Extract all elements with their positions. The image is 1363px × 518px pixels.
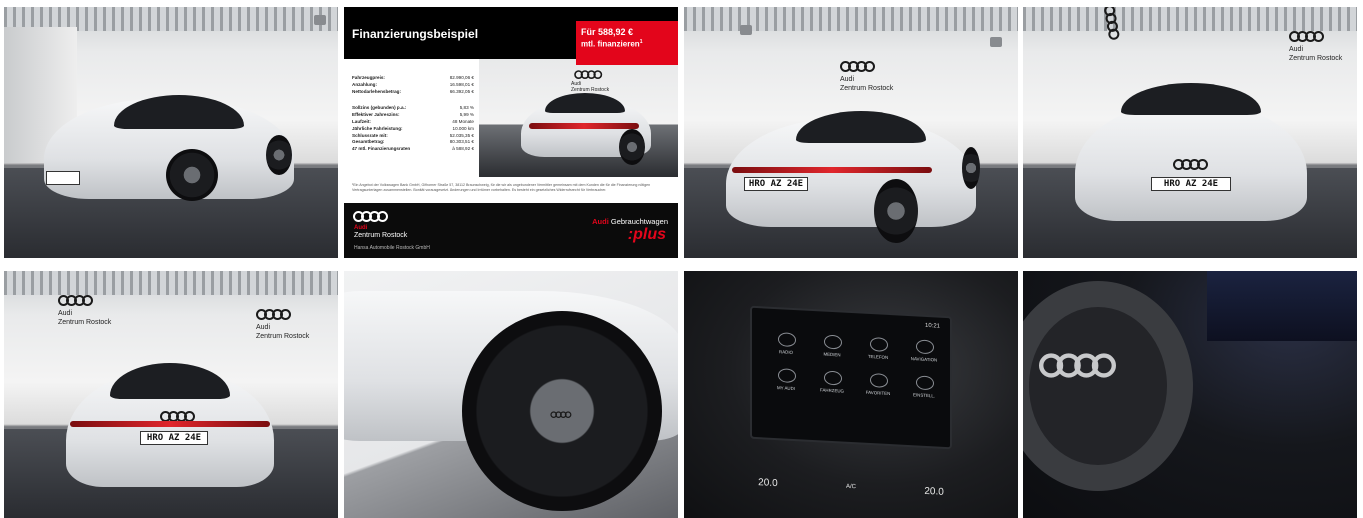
- photo-steering-wheel[interactable]: [1023, 271, 1357, 518]
- phone-icon: TELEFON: [858, 333, 898, 363]
- financing-car-photo: Audi Zentrum Rostock: [479, 59, 678, 177]
- financing-title: Finanzierungsbeispiel: [352, 27, 479, 41]
- brand-name: Audi: [1289, 46, 1304, 53]
- license-plate: HRO AZ 24E: [1151, 177, 1231, 191]
- monthly-rate-note: mtl. finanzieren: [581, 39, 640, 49]
- footer-brand: Audi: [354, 225, 368, 231]
- audi-logo-icon: [353, 209, 388, 225]
- radio-icon: RADIO: [766, 329, 806, 359]
- dealer-name: Zentrum Rostock: [571, 87, 610, 93]
- infotainment-menu: RADIO MEDIEN TELEFON NAVIGATION MY AUDI …: [766, 329, 944, 402]
- car-wheel: [619, 129, 645, 165]
- audi-logo-icon: [840, 59, 875, 75]
- audi-logo-icon: [574, 69, 603, 82]
- dealer-plate: [46, 171, 80, 185]
- audi-logo-icon: [1039, 349, 1116, 384]
- footer-company: Hansa Automobile Rostock GmbH: [354, 245, 430, 251]
- financing-row: Effektiver Jahreszins: 5,99 %: [352, 112, 474, 118]
- financing-row: Gesamtbetrag: 80.303,51 €: [352, 139, 474, 145]
- showroom-ceiling: [1023, 7, 1357, 31]
- car-rear-window: [796, 111, 926, 143]
- monthly-rate-badge: Für 588,92 € mtl. finanzieren1: [576, 21, 678, 65]
- instrument-cluster: [1207, 271, 1357, 341]
- financing-row: Fahrzeugpreis: 82.990,06 €: [352, 75, 474, 80]
- plus-logo: :plus: [627, 226, 666, 243]
- audi-logo-icon: [550, 410, 572, 420]
- audi-logo-icon: [1289, 29, 1324, 45]
- financing-table: Fahrzeugpreis: 82.990,06 € Anzahlung: 16.5…: [352, 75, 474, 153]
- dealer-footer: Audi Zentrum Rostock Hansa Automobile Ro…: [344, 203, 678, 258]
- user-icon: MY AUDI: [766, 365, 806, 395]
- financing-row: Nettodarlehensbetrag: 66.392,05 €: [352, 88, 474, 94]
- photo-infotainment[interactable]: 10:21 RADIO MEDIEN TELEFON NAVIGATION MY…: [684, 271, 1018, 518]
- photo-front-three-quarter[interactable]: [4, 7, 338, 258]
- brand-name: Audi: [58, 310, 73, 317]
- car-rear-window: [110, 363, 230, 399]
- brand-name: Audi: [840, 76, 855, 83]
- ac-label: A/C: [845, 483, 856, 491]
- financing-example-card[interactable]: Finanzierungsbeispiel Audi Zentrum Rosto…: [344, 7, 678, 258]
- spotlight-icon: [314, 15, 326, 25]
- photo-front[interactable]: Audi Zentrum Rostock HRO AZ 24E: [1023, 7, 1357, 258]
- star-icon: FAVORITEN: [858, 369, 898, 399]
- car-windshield: [1121, 83, 1261, 115]
- brand-name: Audi: [256, 324, 271, 331]
- footnote-marker: 1: [639, 39, 643, 45]
- license-plate: HRO AZ 24E: [140, 431, 208, 445]
- car-wheel: [266, 135, 292, 175]
- car-wheel: [962, 147, 980, 189]
- audi-logo-icon: [256, 307, 291, 323]
- financing-footnote: ¹Ein Angebot der Volkswagen Bank GmbH, G…: [352, 183, 651, 192]
- audi-logo-icon: [1173, 157, 1208, 173]
- navigation-icon: NAVIGATION: [904, 336, 944, 366]
- car-icon: FAHRZEUG: [812, 367, 852, 397]
- used-car-label: Audi Gebrauchtwagen: [592, 217, 668, 226]
- showroom-ceiling: [684, 7, 1018, 31]
- spotlight-icon: [990, 37, 1002, 47]
- financing-row: 47 mtl. Finanzierungsraten à 588,92 €: [352, 146, 474, 152]
- car-tail-light: [732, 167, 932, 173]
- dealer-name: Zentrum Rostock: [840, 85, 894, 92]
- photo-wheel-detail[interactable]: [344, 271, 678, 518]
- clock: 10:21: [924, 322, 940, 330]
- dealer-name: Zentrum Rostock: [256, 333, 310, 340]
- car-wheel: [874, 179, 918, 243]
- showroom-ceiling: [4, 271, 338, 295]
- license-plate: HRO AZ 24E: [744, 177, 808, 191]
- car-wheel: [166, 149, 218, 201]
- photo-rear[interactable]: Audi Zentrum Rostock Audi Zentrum Rostoc…: [4, 271, 338, 518]
- financing-row: Laufzeit: 48 Monate: [352, 118, 474, 124]
- photo-rear-three-quarter[interactable]: Audi Zentrum Rostock HRO AZ 24E: [684, 7, 1018, 258]
- gear-icon: EINSTELL.: [904, 372, 944, 402]
- footer-dealer: Zentrum Rostock: [354, 232, 408, 239]
- climate-controls: 20.0 A/C 20.0: [724, 465, 978, 508]
- car-rear-window: [545, 93, 625, 113]
- temperature-right: 20.0: [924, 485, 944, 498]
- financing-row: Schlussrate mit: 52.035,35 €: [352, 132, 474, 138]
- financing-row: Jährliche Fahrleistung: 10.000 km: [352, 125, 474, 131]
- spotlight-icon: [740, 25, 752, 35]
- audi-logo-icon: [58, 293, 93, 309]
- dealer-name: Zentrum Rostock: [1289, 55, 1343, 62]
- car-tail-light: [70, 421, 270, 427]
- temperature-left: 20.0: [758, 476, 778, 489]
- music-icon: MEDIEN: [812, 331, 852, 361]
- financing-row: Anzahlung: 16.598,01 €: [352, 81, 474, 87]
- dealer-name: Zentrum Rostock: [58, 319, 112, 326]
- monthly-rate: Für 588,92 €: [581, 27, 634, 37]
- financing-row: Sollzins (gebunden) p.a.: 5,83 %: [352, 105, 474, 111]
- infotainment-screen: 10:21 RADIO MEDIEN TELEFON NAVIGATION MY…: [750, 305, 952, 450]
- car-tail-light: [529, 123, 639, 129]
- steering-wheel: [1023, 281, 1193, 491]
